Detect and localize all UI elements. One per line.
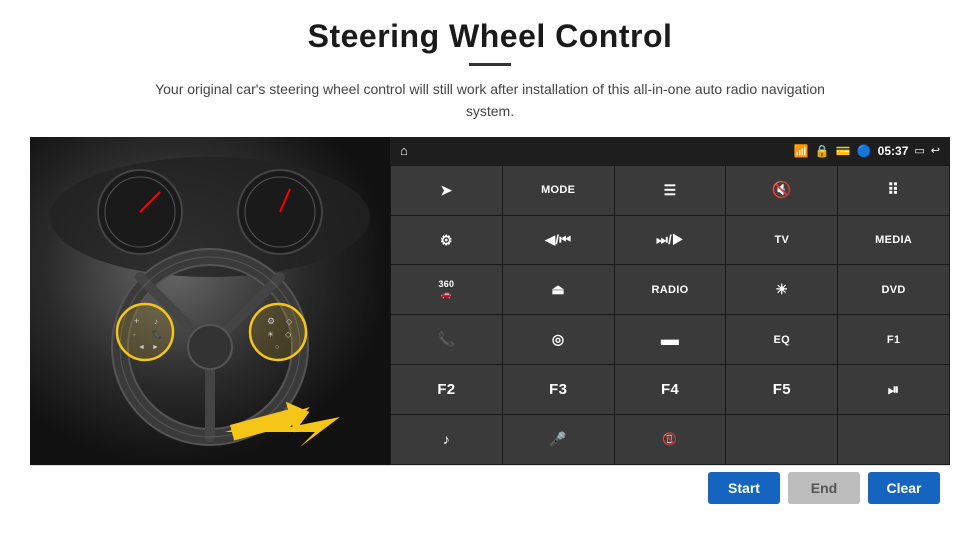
svg-text:📞: 📞	[152, 328, 164, 339]
list-button[interactable]: ☰	[615, 166, 726, 215]
f3-button[interactable]: F3	[503, 365, 614, 414]
f2-button[interactable]: F2	[391, 365, 502, 414]
sd-icon: 💳	[836, 144, 851, 158]
settings-button[interactable]: ⚙	[391, 216, 502, 265]
status-bar: ⌂ 📶 🔒 💳 🔵 05:37 ▭ ↩	[390, 137, 950, 165]
radio-button[interactable]: RADIO	[615, 265, 726, 314]
music-button[interactable]: ♪	[391, 415, 502, 464]
svg-text:☀: ☀	[267, 330, 274, 339]
prev-button[interactable]: ◀/⏮	[503, 216, 614, 265]
empty2-button	[838, 415, 949, 464]
svg-text:►: ►	[152, 344, 159, 351]
mute-button[interactable]: 🔇	[726, 166, 837, 215]
tv-button[interactable]: TV	[726, 216, 837, 265]
end-button[interactable]: End	[788, 472, 860, 504]
wifi-icon: 📶	[794, 144, 809, 158]
page-subtitle: Your original car's steering wheel contr…	[150, 78, 830, 123]
svg-text:◇: ◇	[285, 330, 292, 339]
media-button[interactable]: MEDIA	[838, 216, 949, 265]
f1-button[interactable]: F1	[838, 315, 949, 364]
start-button[interactable]: Start	[708, 472, 780, 504]
home-icon: ⌂	[400, 143, 408, 158]
apps-button[interactable]: ⠿	[838, 166, 949, 215]
empty1-button	[726, 415, 837, 464]
status-left: ⌂	[400, 143, 408, 158]
svg-text:○: ○	[275, 344, 279, 351]
eq-button[interactable]: EQ	[726, 315, 837, 364]
page-wrapper: Steering Wheel Control Your original car…	[0, 0, 980, 544]
callend-button[interactable]: 📵	[615, 415, 726, 464]
mic-button[interactable]: 🎤	[503, 415, 614, 464]
svg-text:◇: ◇	[286, 317, 293, 326]
nav-button[interactable]: ➤	[391, 166, 502, 215]
svg-text:-: -	[133, 330, 136, 339]
nav2-button[interactable]: ◎	[503, 315, 614, 364]
content-row: + ♪ - 📞 ◄ ► ⚙ ◇ ☀ ◇ ○	[30, 137, 950, 465]
lock-icon: 🔒	[815, 144, 830, 158]
status-right: 📶 🔒 💳 🔵 05:37 ▭ ↩	[794, 144, 940, 158]
dvd-button[interactable]: DVD	[838, 265, 949, 314]
bluetooth-icon: 🔵	[857, 144, 872, 158]
eject-button[interactable]: ⏏	[503, 265, 614, 314]
screen-icon: ▭	[914, 144, 924, 157]
screen-btn[interactable]: ▬	[615, 315, 726, 364]
svg-text:♪: ♪	[154, 317, 158, 326]
mode-button[interactable]: MODE	[503, 166, 614, 215]
playpause-button[interactable]: ⏯	[838, 365, 949, 414]
clock: 05:37	[878, 144, 909, 158]
page-title: Steering Wheel Control	[308, 18, 673, 55]
phone-button[interactable]: 📞	[391, 315, 502, 364]
clear-button[interactable]: Clear	[868, 472, 940, 504]
svg-text:⚙: ⚙	[267, 316, 275, 326]
button-grid: ➤ MODE ☰ 🔇 ⠿ ⚙ ◀/⏮ ⏭/▶ TV MEDIA 360🚗 ⏏ R…	[390, 165, 950, 465]
control-panel: ⌂ 📶 🔒 💳 🔵 05:37 ▭ ↩ ➤ MODE ☰ 🔇	[390, 137, 950, 465]
next-button[interactable]: ⏭/▶	[615, 216, 726, 265]
f4-button[interactable]: F4	[615, 365, 726, 414]
back-icon: ↩	[931, 144, 940, 157]
svg-text:◄: ◄	[138, 344, 145, 351]
svg-text:+: +	[134, 316, 139, 326]
action-bar: Start End Clear	[30, 465, 950, 511]
f5-button[interactable]: F5	[726, 365, 837, 414]
cam360-button[interactable]: 360🚗	[391, 265, 502, 314]
car-image: + ♪ - 📞 ◄ ► ⚙ ◇ ☀ ◇ ○	[30, 137, 390, 465]
title-divider	[469, 63, 511, 66]
brightness-button[interactable]: ☀	[726, 265, 837, 314]
